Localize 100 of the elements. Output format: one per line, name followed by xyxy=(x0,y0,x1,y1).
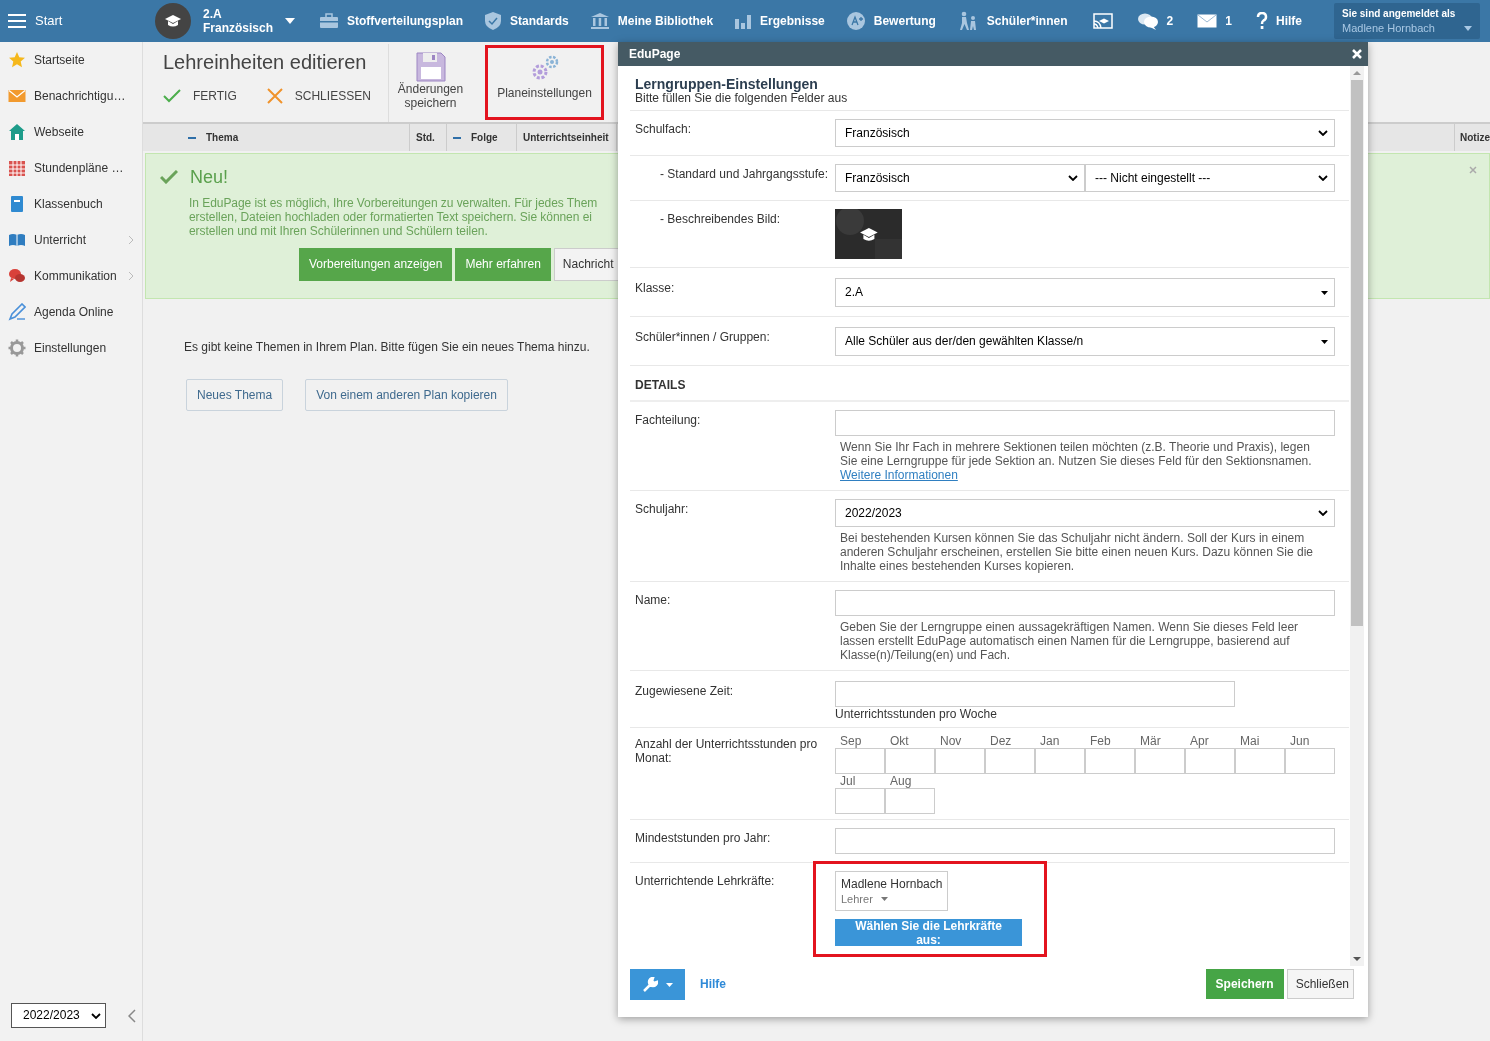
sidebar-item[interactable]: Startseite xyxy=(0,42,142,78)
open-book-icon xyxy=(8,231,26,249)
month-field[interactable] xyxy=(1185,747,1235,774)
month-field[interactable] xyxy=(885,787,935,814)
dropdown-field[interactable]: Alle Schüler aus der/den gewählten Klasse/n xyxy=(835,327,1335,356)
field-label: - Beschreibendes Bild: xyxy=(660,212,781,226)
month-label: Okt xyxy=(889,733,910,748)
help-link[interactable]: Hilfe xyxy=(1256,12,1302,30)
scroll-bar[interactable] xyxy=(1350,66,1364,966)
text-field[interactable] xyxy=(835,681,1235,708)
month-field[interactable] xyxy=(935,747,985,774)
month-label: Aug xyxy=(889,773,913,788)
action-button[interactable]: Von einem anderen Plan kopieren xyxy=(305,379,508,412)
account-menu[interactable]: Sie sind angemeldet als Madlene Hornbach xyxy=(1334,3,1480,39)
text-field[interactable] xyxy=(835,827,1335,854)
cast-icon[interactable] xyxy=(1092,13,1113,29)
select-field[interactable]: --- Nicht eingestellt --- xyxy=(1085,164,1335,192)
gear-icon xyxy=(8,339,26,357)
month-field[interactable] xyxy=(1085,747,1135,774)
shield-icon xyxy=(484,11,503,31)
save-changes-button[interactable]: Änderungen speichern xyxy=(388,44,472,122)
envelope-icon xyxy=(1197,14,1218,28)
select-field[interactable]: Französisch xyxy=(835,164,1085,192)
close-button[interactable]: SCHLIESSEN xyxy=(266,88,371,104)
nav-link[interactable]: Stoffverteilungsplan xyxy=(319,13,464,29)
form-heading: Lerngruppen-Einstellungen xyxy=(635,77,819,91)
dropdown-field[interactable]: 2.A xyxy=(835,278,1335,307)
help-text: Wenn Sie Ihr Fach in mehrere Sektionen teilen möchten (z.B. Theorie und Praxis), legen Sie eine Lerngruppe für jede Sektion an. Nutzen Sie dieses Feld für den Sektionsnamen. Weitere Informationen xyxy=(839,439,1313,483)
nav-link[interactable]: Standards xyxy=(484,11,569,31)
month-field[interactable] xyxy=(1235,747,1285,774)
plan-settings-button[interactable]: Planeinstellungen xyxy=(485,45,604,120)
select-field[interactable]: Französisch xyxy=(835,119,1335,147)
bar-chart-icon xyxy=(734,13,753,29)
month-label: Jun xyxy=(1289,733,1311,748)
column-header: Notize xyxy=(1460,131,1490,144)
month-label: Dez xyxy=(989,733,1013,748)
month-field[interactable] xyxy=(835,787,885,814)
text-field[interactable] xyxy=(835,590,1335,617)
sidebar-item[interactable]: Kommunikation xyxy=(0,258,142,294)
chevron-icon xyxy=(128,271,134,281)
text-field[interactable] xyxy=(835,410,1335,437)
messages-button[interactable]: 2 xyxy=(1136,12,1174,30)
minus-icon[interactable] xyxy=(453,136,461,139)
month-field[interactable] xyxy=(1135,747,1185,774)
month-field[interactable] xyxy=(1035,747,1085,774)
tools-menu-button[interactable] xyxy=(630,969,685,1000)
check-icon xyxy=(160,170,178,184)
nav-link[interactable]: Ergebnisse xyxy=(734,13,825,29)
star-icon xyxy=(8,51,26,69)
month-label: Apr xyxy=(1189,733,1210,748)
month-label: Jan xyxy=(1039,733,1061,748)
action-button[interactable]: Neues Thema xyxy=(186,379,284,412)
help-text: Geben Sie der Lerngruppe einen aussagekräftigen Namen. Wenn Sie dieses Feld leer lassen erstellt EduPage automatisch einen Namen für die Lerngruppe, basierend auf Klasse(n)/Teilung(en) und Fach. xyxy=(839,619,1300,663)
class-selector[interactable]: 2.A Französisch xyxy=(155,3,296,39)
nav-link[interactable]: Schüler*innen xyxy=(956,11,1068,31)
close-button[interactable]: Schließen xyxy=(1286,969,1354,999)
sidebar-item[interactable]: Benachrichtigu… xyxy=(0,78,142,114)
sidebar-item[interactable]: Agenda Online xyxy=(0,294,142,330)
nav-link[interactable]: Bewertung xyxy=(845,11,936,31)
month-label: Mär xyxy=(1139,733,1162,748)
sidebar-item[interactable]: Webseite xyxy=(0,114,142,150)
field-label: Name: xyxy=(635,593,671,608)
month-label: Jul xyxy=(839,773,857,788)
banner-button[interactable]: Nachricht xyxy=(553,248,619,281)
nav-link[interactable]: Meine Bibliothek xyxy=(589,12,714,30)
month-label: Feb xyxy=(1089,733,1112,748)
month-field[interactable] xyxy=(835,747,885,774)
empty-message: Es gibt keine Themen in Ihrem Plan. Bitte fügen Sie ein neues Thema hinzu. xyxy=(184,340,590,355)
more-info-link[interactable]: Weitere Informationen xyxy=(840,468,958,483)
wrench-icon xyxy=(642,976,658,993)
collapse-icon[interactable] xyxy=(128,1008,136,1023)
month-field[interactable] xyxy=(1285,747,1335,774)
mail-button[interactable]: 1 xyxy=(1197,13,1232,29)
field-label: Schüler*innen / Gruppen: xyxy=(635,330,770,344)
sidebar-item[interactable]: Unterricht xyxy=(0,222,142,258)
month-label: Sep xyxy=(839,733,863,748)
done-button[interactable]: FERTIG xyxy=(163,88,237,104)
start-menu-button[interactable]: Start xyxy=(0,13,143,29)
grade-badge-icon xyxy=(845,11,866,31)
help-link[interactable]: Hilfe xyxy=(700,977,726,992)
column-header: Folge xyxy=(471,131,498,144)
caret-icon xyxy=(1321,290,1328,295)
house-icon xyxy=(8,123,26,141)
month-field[interactable] xyxy=(885,747,935,774)
column-header: Unterrichtseinheit xyxy=(523,131,609,144)
select-field[interactable]: 2022/2023 xyxy=(835,499,1335,528)
field-label: - Standard und Jahrgangsstufe: xyxy=(660,167,829,181)
envelope-icon xyxy=(8,87,26,105)
year-select[interactable]: 2022/2023 xyxy=(11,1003,106,1028)
sidebar-item[interactable]: Einstellungen xyxy=(0,330,142,366)
minus-icon[interactable] xyxy=(188,136,196,139)
menu-icon xyxy=(8,14,26,28)
field-label: Schulfach: xyxy=(635,122,692,136)
check-icon xyxy=(163,89,181,103)
sidebar-item[interactable]: Klassenbuch xyxy=(0,186,142,222)
month-field[interactable] xyxy=(985,747,1035,774)
banner-title: Neu! xyxy=(190,166,229,188)
field-label: Fachteilung: xyxy=(635,413,701,428)
role-dropdown[interactable]: Lehrer xyxy=(841,891,888,907)
sidebar-item[interactable]: Stundenpläne … xyxy=(0,150,142,186)
